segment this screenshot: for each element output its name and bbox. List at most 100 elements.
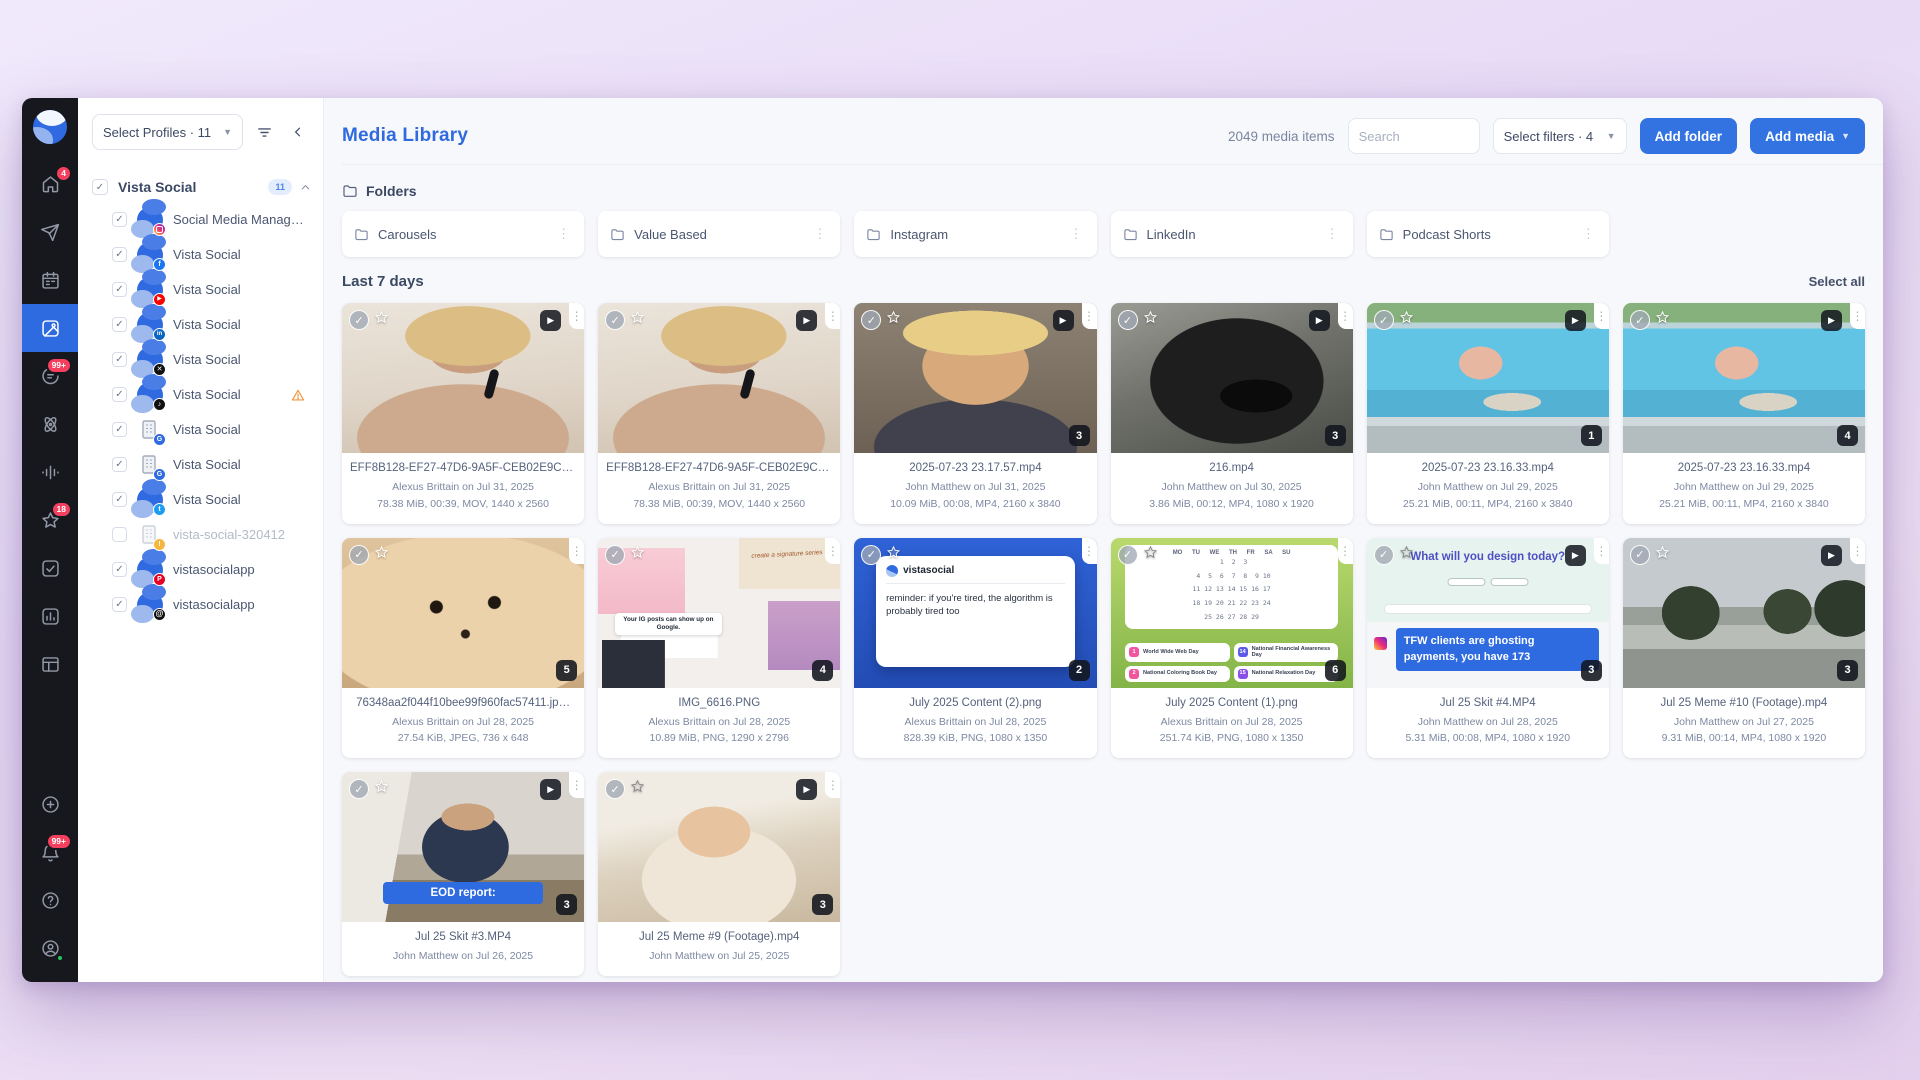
media-card[interactable]: ✓ ▶ ⋮ EFF8B128-EF27-47D6-9A5F-CEB02E9C33… xyxy=(598,303,840,524)
media-card[interactable]: What will you design today? TFW clients … xyxy=(1367,538,1609,759)
search-input[interactable] xyxy=(1348,118,1480,154)
profile-checkbox[interactable]: ✓ xyxy=(112,597,127,612)
media-thumbnail[interactable]: ✓ ▶ ⋮ 1 xyxy=(1367,303,1609,453)
folder-card-instagram[interactable]: Instagram ⋮ xyxy=(854,211,1096,257)
card-menu-icon[interactable]: ⋮ xyxy=(1594,303,1609,329)
rail-account-button[interactable] xyxy=(22,924,78,972)
profiles-filter-button[interactable] xyxy=(251,119,277,145)
select-check-icon[interactable]: ✓ xyxy=(1118,545,1138,565)
select-check-icon[interactable]: ✓ xyxy=(861,310,881,330)
profile-row-x[interactable]: ✓ ✕ Vista Social xyxy=(92,342,311,377)
card-menu-icon[interactable]: ⋮ xyxy=(825,538,840,564)
profile-checkbox[interactable]: ✓ xyxy=(112,282,127,297)
add-media-button[interactable]: Add media ▼ xyxy=(1750,118,1865,154)
rail-boards-button[interactable] xyxy=(22,640,78,688)
card-menu-icon[interactable]: ⋮ xyxy=(569,303,584,329)
folder-card-podcast-shorts[interactable]: Podcast Shorts ⋮ xyxy=(1367,211,1609,257)
select-check-icon[interactable]: ✓ xyxy=(861,545,881,565)
media-card[interactable]: ✓ ▶ ⋮ 4 2025-07-23 23.16.33.mp4 John Mat… xyxy=(1623,303,1865,524)
profile-row-disconnected[interactable]: ! vista-social-320412 xyxy=(92,517,311,552)
card-menu-icon[interactable]: ⋮ xyxy=(825,303,840,329)
favorite-star-icon[interactable] xyxy=(1655,545,1670,563)
favorite-star-icon[interactable] xyxy=(374,310,389,328)
rail-calendar-button[interactable] xyxy=(22,256,78,304)
profile-checkbox[interactable]: ✓ xyxy=(112,317,127,332)
media-card[interactable]: ✓ ▶ ⋮ 3 Jul 25 Meme #10 (Footage).mp4 Jo… xyxy=(1623,538,1865,759)
rail-help-button[interactable] xyxy=(22,876,78,924)
media-thumbnail[interactable]: create a signature series Your IG posts … xyxy=(598,538,840,688)
profile-row-youtube[interactable]: ✓ ▶ Vista Social xyxy=(92,272,311,307)
rail-notifications-button[interactable]: 99+ xyxy=(22,828,78,876)
favorite-star-icon[interactable] xyxy=(630,310,645,328)
rail-reviews-button[interactable]: 18 xyxy=(22,496,78,544)
favorite-star-icon[interactable] xyxy=(1399,545,1414,563)
favorite-star-icon[interactable] xyxy=(374,545,389,563)
select-profiles-dropdown[interactable]: Select Profiles · 11 ▼ xyxy=(92,114,243,150)
profile-checkbox[interactable]: ✓ xyxy=(112,352,127,367)
profile-checkbox[interactable]: ✓ xyxy=(112,387,127,402)
card-menu-icon[interactable]: ⋮ xyxy=(1082,538,1097,564)
favorite-star-icon[interactable] xyxy=(886,545,901,563)
card-menu-icon[interactable]: ⋮ xyxy=(825,772,840,798)
favorite-star-icon[interactable] xyxy=(630,545,645,563)
media-thumbnail[interactable]: ✓ ▶ ⋮ 3 xyxy=(854,303,1096,453)
profile-row-facebook[interactable]: ✓ f Vista Social xyxy=(92,237,311,272)
profile-group-row[interactable]: ✓ Vista Social 11 xyxy=(92,172,311,202)
profile-checkbox[interactable]: ✓ xyxy=(112,212,127,227)
select-check-icon[interactable]: ✓ xyxy=(349,310,369,330)
card-menu-icon[interactable]: ⋮ xyxy=(1338,303,1353,329)
media-card[interactable]: create a signature series Your IG posts … xyxy=(598,538,840,759)
group-checkbox[interactable]: ✓ xyxy=(92,179,108,195)
select-check-icon[interactable]: ✓ xyxy=(1374,310,1394,330)
select-filters-dropdown[interactable]: Select filters · 4 ▼ xyxy=(1493,118,1627,154)
folder-menu-icon[interactable]: ⋮ xyxy=(809,224,830,244)
select-check-icon[interactable]: ✓ xyxy=(605,310,625,330)
rail-tasks-button[interactable] xyxy=(22,544,78,592)
select-check-icon[interactable]: ✓ xyxy=(605,779,625,799)
card-menu-icon[interactable]: ⋮ xyxy=(569,538,584,564)
collapse-sidebar-button[interactable] xyxy=(285,119,311,145)
rail-connections-button[interactable] xyxy=(22,400,78,448)
rail-publish-button[interactable] xyxy=(22,208,78,256)
rail-reports-button[interactable] xyxy=(22,592,78,640)
folder-card-value-based[interactable]: Value Based ⋮ xyxy=(598,211,840,257)
rail-inbox-button[interactable]: 99+ xyxy=(22,352,78,400)
favorite-star-icon[interactable] xyxy=(1143,545,1158,563)
select-check-icon[interactable]: ✓ xyxy=(605,545,625,565)
media-card[interactable]: ✓ ▶ ⋮ 3 2025-07-23 23.17.57.mp4 John Mat… xyxy=(854,303,1096,524)
profile-row-tiktok[interactable]: ✓ ♪ Vista Social xyxy=(92,377,311,412)
media-thumbnail[interactable]: EOD report: ✓ ▶ ⋮ 3 xyxy=(342,772,584,922)
profile-row-threads[interactable]: ✓ @ vistasocialapp xyxy=(92,587,311,622)
rail-create-button[interactable] xyxy=(22,780,78,828)
card-menu-icon[interactable]: ⋮ xyxy=(569,772,584,798)
favorite-star-icon[interactable] xyxy=(886,310,901,328)
chevron-up-icon[interactable] xyxy=(300,182,311,193)
profile-checkbox[interactable]: ✓ xyxy=(112,562,127,577)
folder-card-carousels[interactable]: Carousels ⋮ xyxy=(342,211,584,257)
card-menu-icon[interactable]: ⋮ xyxy=(1594,538,1609,564)
select-check-icon[interactable]: ✓ xyxy=(1630,310,1650,330)
add-folder-button[interactable]: Add folder xyxy=(1640,118,1738,154)
media-card[interactable]: EOD report: ✓ ▶ ⋮ 3 Jul 25 Skit #3.MP4 J… xyxy=(342,772,584,976)
profile-checkbox[interactable] xyxy=(112,527,127,542)
media-card[interactable]: ✓ ▶ ⋮ 3 216.mp4 John Matthew on Jul 30, … xyxy=(1111,303,1353,524)
rail-media-library-button[interactable] xyxy=(22,304,78,352)
profile-row-twitter[interactable]: ✓ t Vista Social xyxy=(92,482,311,517)
media-card[interactable]: ✓ ▶ ⋮ 3 Jul 25 Meme #9 (Footage).mp4 Joh… xyxy=(598,772,840,976)
card-menu-icon[interactable]: ⋮ xyxy=(1082,303,1097,329)
select-all-button[interactable]: Select all xyxy=(1809,274,1865,289)
profile-checkbox[interactable]: ✓ xyxy=(112,492,127,507)
media-thumbnail[interactable]: ✓ ⋮ 5 xyxy=(342,538,584,688)
favorite-star-icon[interactable] xyxy=(1655,310,1670,328)
select-check-icon[interactable]: ✓ xyxy=(1374,545,1394,565)
media-thumbnail[interactable]: ✓ ▶ ⋮ xyxy=(598,303,840,453)
media-card[interactable]: ✓ ▶ ⋮ 1 2025-07-23 23.16.33.mp4 John Mat… xyxy=(1367,303,1609,524)
profile-checkbox[interactable]: ✓ xyxy=(112,422,127,437)
profile-row-instagram[interactable]: ✓ Social Media Managem… xyxy=(92,202,311,237)
profile-row-google-business[interactable]: ✓ G Vista Social xyxy=(92,447,311,482)
card-menu-icon[interactable]: ⋮ xyxy=(1850,538,1865,564)
media-thumbnail[interactable]: ✓ ▶ ⋮ 3 xyxy=(598,772,840,922)
rail-listening-button[interactable] xyxy=(22,448,78,496)
select-check-icon[interactable]: ✓ xyxy=(349,779,369,799)
vista-social-logo[interactable] xyxy=(33,110,67,144)
